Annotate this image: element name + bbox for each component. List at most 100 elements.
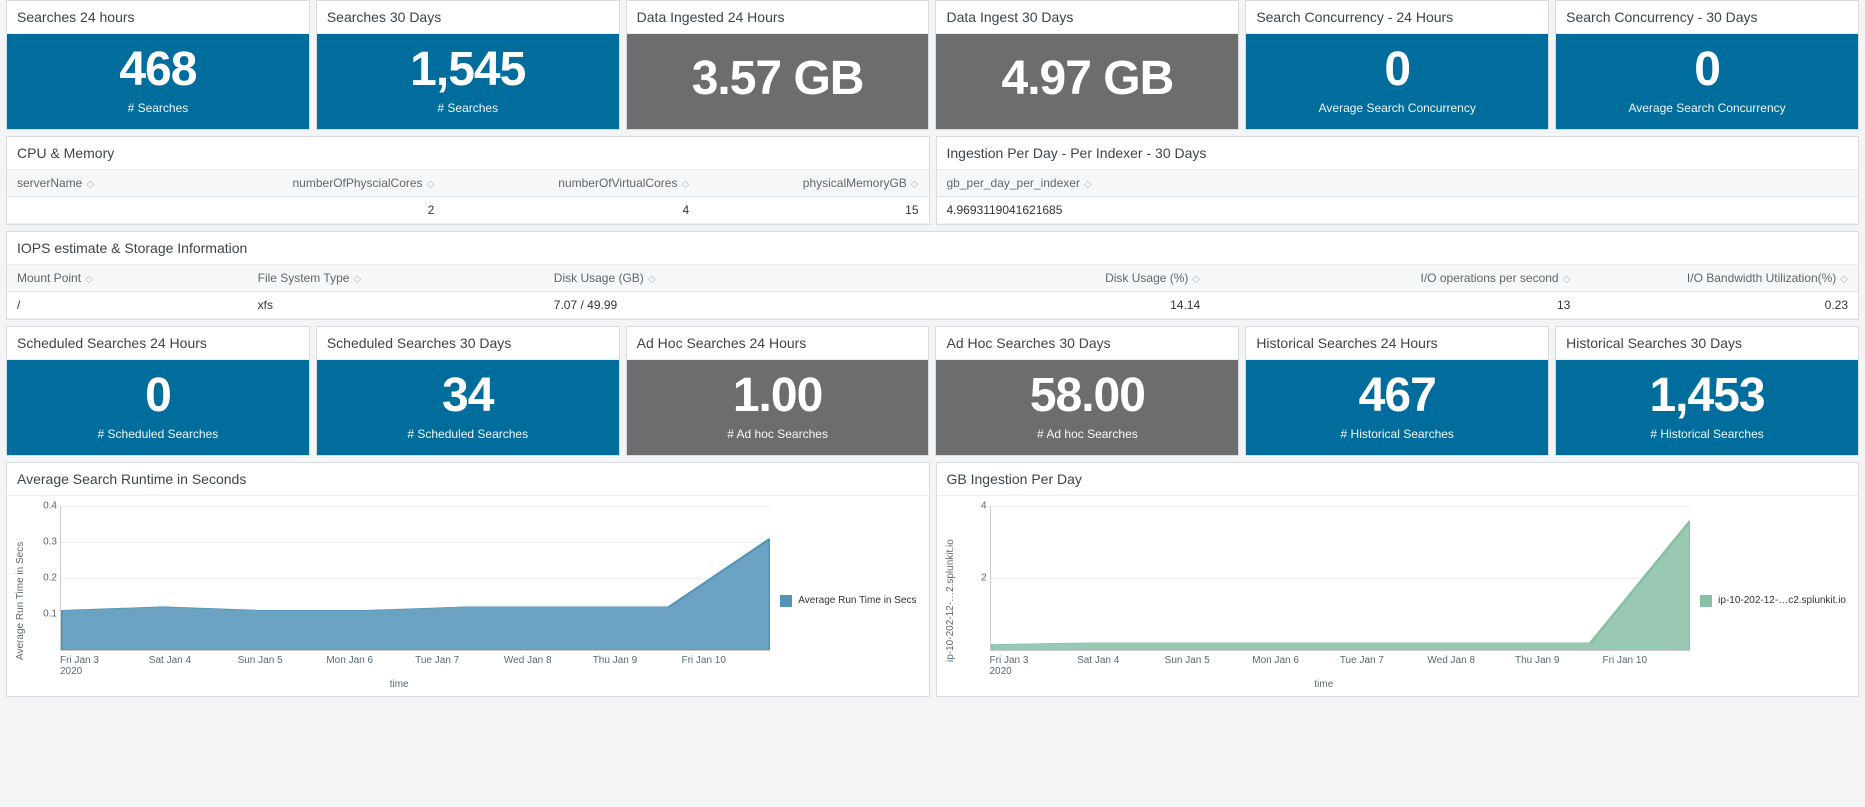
single-value-data-ingested-24-hours: Data Ingested 24 Hours3.57 GB (626, 0, 930, 130)
single-value-scheduled-searches-24-hours: Scheduled Searches 24 Hours0# Scheduled … (6, 326, 310, 456)
col-fs[interactable]: File System Type◇ (248, 265, 544, 292)
single-value-historical-searches-30-days: Historical Searches 30 Days1,453# Histor… (1555, 326, 1859, 456)
col-servername[interactable]: serverName◇ (7, 170, 171, 197)
cell-mem: 15 (699, 196, 928, 223)
x-tick: Fri Jan 32020 (990, 655, 1078, 677)
col-mount[interactable]: Mount Point◇ (7, 265, 248, 292)
single-value-subtitle: # Searches (128, 101, 189, 115)
y-tick: 0.3 (31, 536, 57, 547)
x-tick: Sat Jan 4 (1077, 655, 1165, 677)
panel-title: Search Concurrency - 24 Hours (1246, 1, 1548, 34)
y-axis-label: ip-10-202-12-…2.splunkit.io (943, 506, 958, 696)
y-axis-label: Average Run Time in Secs (13, 506, 28, 696)
single-value-number: 0 (145, 370, 171, 423)
sort-icon: ◇ (681, 180, 689, 190)
plot-area[interactable]: 0.10.20.30.4 (60, 506, 770, 651)
sort-icon: ◇ (1192, 275, 1200, 285)
cell-du-gb: 7.07 / 49.99 (544, 291, 877, 318)
single-value-subtitle: Average Search Concurrency (1319, 101, 1476, 115)
single-value-body[interactable]: 34# Scheduled Searches (317, 360, 619, 455)
chart-area[interactable]: ip-10-202-12-…2.splunkit.io 24 Fri Jan 320… (937, 496, 1859, 696)
sort-icon: ◇ (911, 180, 919, 190)
single-value-body[interactable]: 467 # Historical Searches (1246, 360, 1548, 455)
iops-panel: IOPS estimate & Storage Information Moun… (6, 231, 1859, 320)
single-value-number: 58.00 (1030, 370, 1145, 423)
panel-title: Ingestion Per Day - Per Indexer - 30 Day… (937, 137, 1859, 170)
single-value-number: 1,545 (410, 44, 525, 97)
single-value-search-concurrency-30-days: Search Concurrency - 30 Days0Average Sea… (1555, 0, 1859, 130)
col-du-pct[interactable]: Disk Usage (%)◇ (877, 265, 1210, 292)
col-iops[interactable]: I/O operations per second◇ (1210, 265, 1580, 292)
panel-title: Data Ingest 30 Days (936, 1, 1238, 34)
sort-icon: ◇ (1563, 275, 1571, 285)
area-series (61, 506, 770, 650)
col-bw[interactable]: I/O Bandwidth Utilization(%)◇ (1580, 265, 1858, 292)
panel-title: Ad Hoc Searches 24 Hours (627, 327, 929, 360)
legend-label: Average Run Time in Secs (798, 595, 916, 606)
x-tick: Thu Jan 9 (593, 655, 682, 677)
single-value-historical-searches-24-hours: Historical Searches 24 Hours467# Histori… (1245, 326, 1549, 456)
table-row[interactable]: / xfs 7.07 / 49.99 14.14 13 0.23 (7, 291, 1858, 318)
y-tick: 4 (961, 500, 987, 511)
single-value-body[interactable]: 1,545 # Searches (317, 34, 619, 129)
panel-title: Scheduled Searches 24 Hours (7, 327, 309, 360)
single-value-searches-24-hours: Searches 24 hours 468 # Searches (6, 0, 310, 130)
plot-area[interactable]: 24 (990, 506, 1691, 651)
single-value-searches-30-days: Searches 30 Days1,545# Searches (316, 0, 620, 130)
single-value-number: 467 (1359, 370, 1436, 423)
cell-bw: 0.23 (1580, 291, 1858, 318)
single-value-ad-hoc-searches-30-days: Ad Hoc Searches 30 Days58.00# Ad hoc Sea… (935, 326, 1239, 456)
col-mem[interactable]: physicalMemoryGB◇ (699, 170, 928, 197)
single-value-subtitle: Average Search Concurrency (1628, 101, 1785, 115)
single-value-number: 4.97 GB (1002, 53, 1174, 106)
col-vcores[interactable]: numberOfVirtualCores◇ (444, 170, 699, 197)
panel-title: CPU & Memory (7, 137, 929, 170)
x-tick: Fri Jan 10 (1603, 655, 1691, 677)
cpu-memory-panel: CPU & Memory serverName◇ numberOfPhyscia… (6, 136, 930, 225)
single-value-data-ingest-30-days: Data Ingest 30 Days 4.97 GB (935, 0, 1239, 130)
single-value-body[interactable]: 0# Scheduled Searches (7, 360, 309, 455)
x-tick: Sat Jan 4 (149, 655, 238, 677)
y-tick: 0.2 (31, 572, 57, 583)
single-value-body[interactable]: 1,453# Historical Searches (1556, 360, 1858, 455)
legend[interactable]: ip-10-202-12-…c2.splunkit.io (1690, 506, 1846, 696)
single-value-body[interactable]: 58.00# Ad hoc Searches (936, 360, 1238, 455)
cell-cores: 2 (171, 196, 444, 223)
legend[interactable]: Average Run Time in Secs (770, 506, 916, 696)
chart-area[interactable]: Average Run Time in Secs0.10.20.30.4Fri … (7, 496, 929, 696)
cell-servername (7, 196, 171, 223)
cell-iops: 13 (1210, 291, 1580, 318)
single-value-number: 34 (442, 370, 493, 423)
single-value-body[interactable]: 0 Average Search Concurrency (1246, 34, 1548, 129)
table-row[interactable]: 4.9693119041621685 (937, 196, 1859, 223)
single-value-body[interactable]: 0Average Search Concurrency (1556, 34, 1858, 129)
x-tick: Sun Jan 5 (238, 655, 327, 677)
sort-icon: ◇ (1840, 275, 1848, 285)
single-value-number: 468 (119, 44, 196, 97)
cpu-memory-table: serverName◇ numberOfPhyscialCores◇ numbe… (7, 170, 929, 224)
table-row[interactable]: 2 4 15 (7, 196, 929, 223)
single-value-body[interactable]: 4.97 GB (936, 34, 1238, 129)
ingest-table: gb_per_day_per_indexer◇ 4.96931190416216… (937, 170, 1859, 224)
single-value-number: 3.57 GB (692, 53, 864, 106)
single-value-subtitle: # Searches (437, 101, 498, 115)
sort-icon: ◇ (86, 180, 94, 190)
area-series (991, 506, 1691, 650)
single-value-body[interactable]: 3.57 GB (627, 34, 929, 129)
single-value-number: 0 (1384, 44, 1410, 97)
panel-title: Searches 24 hours (7, 1, 309, 34)
x-axis-label: time (28, 677, 770, 696)
single-value-body[interactable]: 1.00# Ad hoc Searches (627, 360, 929, 455)
single-value-ad-hoc-searches-24-hours: Ad Hoc Searches 24 Hours1.00# Ad hoc Sea… (626, 326, 930, 456)
single-value-subtitle: # Historical Searches (1341, 427, 1454, 441)
col-physcores[interactable]: numberOfPhyscialCores◇ (171, 170, 444, 197)
cell-fs: xfs (248, 291, 544, 318)
sort-icon: ◇ (648, 275, 656, 285)
cell-gb-per-day: 4.9693119041621685 (937, 196, 1859, 223)
panel-title: Historical Searches 30 Days (1556, 327, 1858, 360)
x-axis-label: time (958, 677, 1691, 696)
col-gb-per-day[interactable]: gb_per_day_per_indexer◇ (937, 170, 1859, 197)
col-du-gb[interactable]: Disk Usage (GB)◇ (544, 265, 877, 292)
x-tick: Tue Jan 7 (415, 655, 504, 677)
single-value-body[interactable]: 468 # Searches (7, 34, 309, 129)
